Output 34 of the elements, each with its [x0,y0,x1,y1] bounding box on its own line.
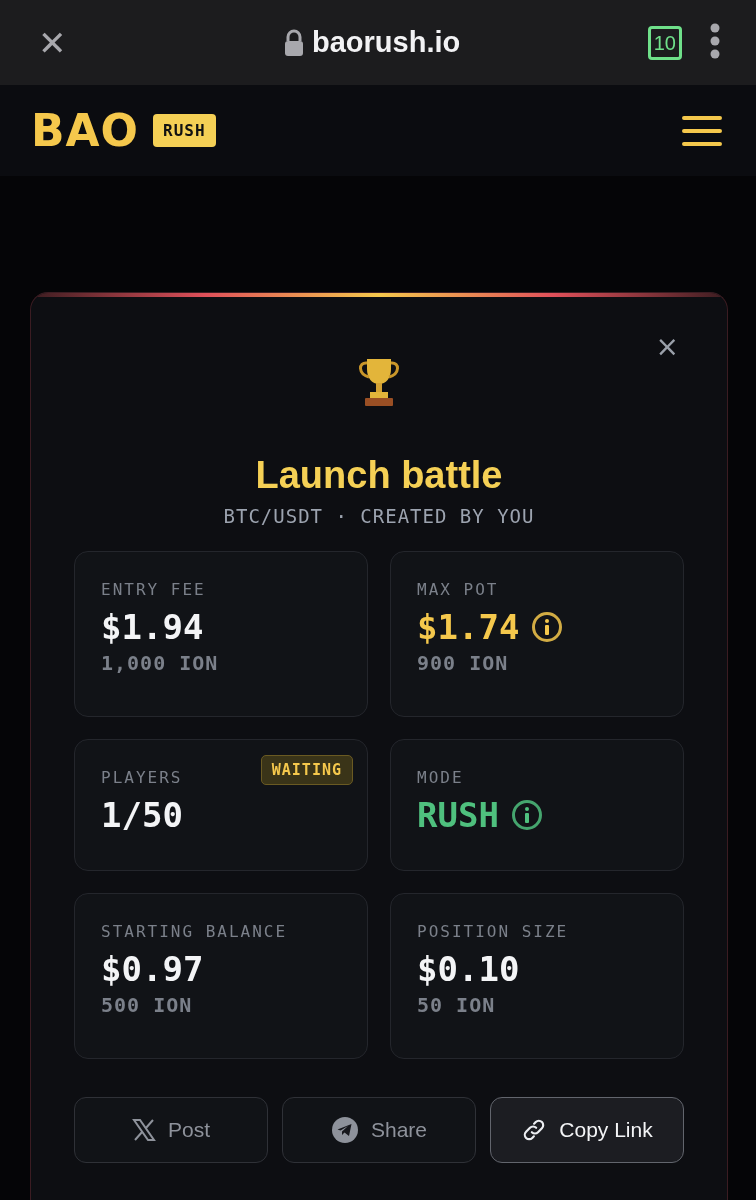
stat-label: MODE [417,768,464,787]
stat-label: POSITION SIZE [417,922,569,941]
url-text[interactable]: baorush.io [312,26,461,59]
stat-value: 1/50 [101,795,183,835]
info-icon[interactable] [531,611,564,643]
stat-subvalue: 900 ION [417,651,510,675]
lock-icon [284,28,304,57]
paper-plane-icon [330,1116,359,1144]
stat-subvalue: 50 ION [417,993,497,1017]
stat-value: $1.94 [101,607,204,647]
status-badge: WAITING [260,755,353,785]
stat-label: PLAYERS [101,768,183,787]
modal-subtitle: BTC/USDT · CREATED BY YOU [222,505,536,527]
logo-text[interactable]: BAO [31,105,139,156]
info-icon[interactable] [510,799,543,831]
logo-badge: RUSH [153,114,216,147]
tab-count-button[interactable]: 10 [647,25,682,60]
close-button[interactable]: × [655,333,679,361]
stat-value: RUSH [417,795,499,835]
stat-subvalue: 500 ION [101,993,194,1017]
stat-value: $0.97 [101,949,204,989]
menu-icon[interactable] [682,114,722,147]
share-action-button[interactable]: Copy Link [490,1097,684,1163]
stat-label: ENTRY FEE [101,580,206,599]
stat-label: MAX POT [417,580,499,599]
modal-title: Launch battle [254,453,504,497]
close-button[interactable]: ✕ [38,25,67,60]
share-action-button[interactable]: Post [74,1097,268,1163]
stat-value: $0.10 [417,949,520,989]
share-action-button[interactable]: Share [282,1097,476,1163]
stat-value: $1.74 [417,607,520,647]
stat-subvalue: 1,000 ION [101,651,220,675]
x-logo-icon [132,1118,156,1142]
stat-label: STARTING BALANCE [101,922,288,941]
